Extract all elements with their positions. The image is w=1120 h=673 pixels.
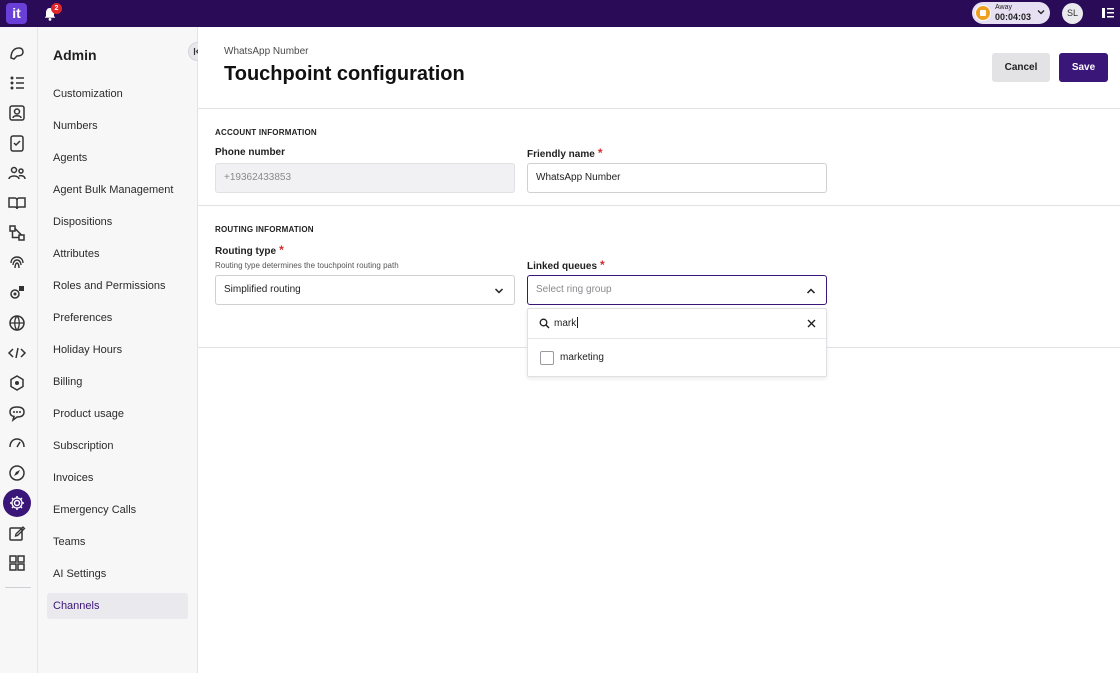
sidebar-item-label: Product usage xyxy=(53,408,124,420)
sidebar-item-billing[interactable]: Billing xyxy=(47,369,188,395)
close-icon[interactable] xyxy=(806,318,817,329)
linked-queues-select[interactable]: Select ring group xyxy=(527,275,827,305)
status-timer: 00:04:03 xyxy=(995,12,1032,22)
sidebar-item-label: Subscription xyxy=(53,440,114,452)
ai-icon[interactable] xyxy=(7,373,27,393)
sidebar-title: Admin xyxy=(53,47,97,63)
chevron-down-icon xyxy=(494,288,504,294)
search-input[interactable]: mark xyxy=(554,317,579,329)
conversations-icon[interactable] xyxy=(7,43,27,63)
sidebar-item-label: Dispositions xyxy=(53,216,113,228)
sidebar-item-label: Holiday Hours xyxy=(53,344,123,356)
routing-type-select[interactable]: Simplified routing xyxy=(215,275,515,305)
sidebar-item-customization[interactable]: Customization xyxy=(47,81,188,107)
linked-queues-dropdown: mark marketing xyxy=(527,308,827,377)
routing-type-label: Routing type * xyxy=(215,243,284,257)
linked-queues-placeholder: Select ring group xyxy=(536,284,612,295)
required-mark: * xyxy=(597,146,603,160)
cancel-button[interactable]: Cancel xyxy=(992,53,1050,82)
dashboard-icon[interactable] xyxy=(7,433,27,453)
option-label: marketing xyxy=(560,352,604,363)
contacts-icon[interactable] xyxy=(7,103,27,123)
sidebar-item-label: Customization xyxy=(53,88,123,100)
status-label: Away xyxy=(995,4,1012,11)
sidebar-item-holiday-hours[interactable]: Holiday Hours xyxy=(47,337,188,363)
sidebar-item-invoices[interactable]: Invoices xyxy=(47,465,188,491)
user-avatar[interactable]: SL xyxy=(1062,3,1083,24)
page-title: Touchpoint configuration xyxy=(224,63,465,85)
away-status-icon xyxy=(975,5,991,21)
dropdown-search[interactable]: mark xyxy=(528,309,826,339)
required-mark: * xyxy=(600,258,605,272)
sidebar-item-label: Attributes xyxy=(53,248,100,260)
friendly-name-field[interactable]: WhatsApp Number xyxy=(527,163,827,193)
sidebar-item-roles-and-permissions[interactable]: Roles and Permissions xyxy=(47,273,188,299)
required-mark: * xyxy=(279,243,284,257)
sidebar-item-attributes[interactable]: Attributes xyxy=(47,241,188,267)
apps-icon[interactable] xyxy=(7,553,27,573)
sidebar-item-agents[interactable]: Agents xyxy=(47,145,188,171)
routing-section-title: ROUTING INFORMATION xyxy=(215,225,314,234)
main-content: WhatsApp Number Touchpoint configuration… xyxy=(198,27,1120,673)
notification-badge: 2 xyxy=(51,3,62,14)
sidebar-item-channels[interactable]: Channels xyxy=(47,593,188,619)
sidebar-item-ai-settings[interactable]: AI Settings xyxy=(47,561,188,587)
app-logo[interactable]: it xyxy=(6,3,27,24)
save-button[interactable]: Save xyxy=(1059,53,1108,82)
list-icon[interactable] xyxy=(7,73,27,93)
sidebar-item-label: Invoices xyxy=(53,472,94,484)
status-selector[interactable]: Away 00:04:03 xyxy=(972,2,1050,24)
chevron-up-icon xyxy=(806,288,816,294)
sidebar-item-product-usage[interactable]: Product usage xyxy=(47,401,188,427)
sidebar-item-emergency-calls[interactable]: Emergency Calls xyxy=(47,497,188,523)
edit-icon[interactable] xyxy=(7,523,27,543)
rail-divider xyxy=(5,587,31,588)
admin-sidebar: Admin Customization Numbers Agents Agent… xyxy=(38,27,207,673)
integrations-icon[interactable] xyxy=(7,283,27,303)
settings-icon[interactable] xyxy=(7,493,27,513)
list-item[interactable]: marketing xyxy=(528,340,826,376)
sidebar-item-dispositions[interactable]: Dispositions xyxy=(47,209,188,235)
tasks-icon[interactable] xyxy=(7,133,27,153)
flows-icon[interactable] xyxy=(7,223,27,243)
sidebar-item-subscription[interactable]: Subscription xyxy=(47,433,188,459)
routing-type-value: Simplified routing xyxy=(224,284,301,295)
sidebar-item-label: Roles and Permissions xyxy=(53,280,166,292)
sidebar-item-label: Agent Bulk Management xyxy=(53,184,174,196)
sidebar-item-label: Emergency Calls xyxy=(53,504,137,516)
top-bar: it 2 Away 00:04:03 SL xyxy=(0,0,1120,27)
fingerprint-icon[interactable] xyxy=(7,253,27,273)
header-divider xyxy=(198,108,1120,109)
chat-bubble-icon[interactable] xyxy=(7,403,27,423)
account-section-title: ACCOUNT INFORMATION xyxy=(215,128,317,137)
section-divider xyxy=(198,205,1120,206)
option-checkbox[interactable] xyxy=(540,351,554,365)
sidebar-item-numbers[interactable]: Numbers xyxy=(47,113,188,139)
side-panel-icon[interactable] xyxy=(1101,6,1115,20)
routing-type-hint: Routing type determines the touchpoint r… xyxy=(215,261,399,270)
agents-icon[interactable] xyxy=(7,163,27,183)
sidebar-item-label: Numbers xyxy=(53,120,98,132)
globe-icon[interactable] xyxy=(7,313,27,333)
code-icon[interactable] xyxy=(7,343,27,363)
breadcrumb[interactable]: WhatsApp Number xyxy=(224,46,308,57)
sidebar-item-label: Preferences xyxy=(53,312,113,324)
knowledge-icon[interactable] xyxy=(7,193,27,213)
chevron-down-icon xyxy=(1037,10,1045,15)
sidebar-item-preferences[interactable]: Preferences xyxy=(47,305,188,331)
search-icon xyxy=(539,318,550,329)
sidebar-item-label: AI Settings xyxy=(53,568,107,580)
linked-queues-label: Linked queues * xyxy=(527,258,605,272)
sidebar-item-teams[interactable]: Teams xyxy=(47,529,188,555)
sidebar-item-label: Channels xyxy=(53,600,100,612)
sidebar-item-label: Billing xyxy=(53,376,83,388)
phone-number-label: Phone number xyxy=(215,147,286,158)
friendly-name-label: Friendly name * xyxy=(527,146,603,160)
compass-icon[interactable] xyxy=(7,463,27,483)
sidebar-item-label: Teams xyxy=(53,536,86,548)
phone-number-field: +19362433853 xyxy=(215,163,515,193)
icon-rail xyxy=(0,27,38,673)
sidebar-item-label: Agents xyxy=(53,152,88,164)
sidebar-item-agent-bulk-management[interactable]: Agent Bulk Management xyxy=(47,177,188,203)
